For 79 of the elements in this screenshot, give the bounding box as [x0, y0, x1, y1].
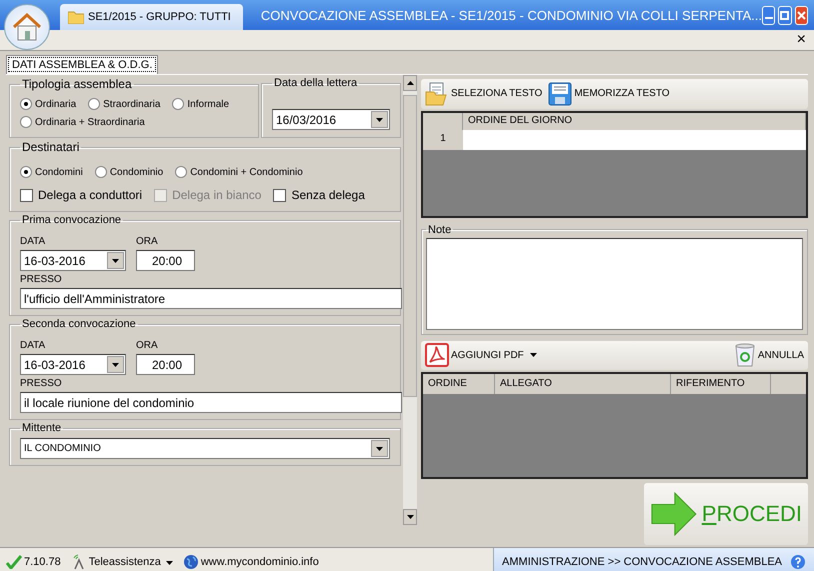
scroll-up-icon[interactable]: [406, 81, 414, 85]
dropdown-arrow-icon: [376, 446, 383, 450]
radio-button[interactable]: [175, 166, 188, 178]
help-icon[interactable]: [790, 554, 806, 570]
group-title: Note: [427, 224, 452, 236]
radio-option[interactable]: Condomini: [20, 166, 83, 178]
field-label: DATA: [20, 236, 46, 247]
group-title: Seconda convocazione: [21, 318, 137, 330]
notes-field[interactable]: [426, 238, 803, 330]
close-button[interactable]: [794, 6, 808, 24]
home-button[interactable]: [4, 4, 50, 50]
pdf-icon: [425, 343, 449, 368]
toolbar-button[interactable]: MEMORIZZA TESTO: [548, 82, 670, 106]
radio-button[interactable]: [20, 116, 32, 128]
breadcrumb: AMMINISTRAZIONE >> CONVOCAZIONE ASSEMBLEA: [502, 556, 782, 568]
date-dropdown[interactable]: 16-03-2016: [20, 354, 126, 375]
sender-dropdown[interactable]: IL CONDOMINIO: [20, 438, 390, 459]
toolbar-button[interactable]: ANNULLA: [734, 343, 804, 368]
tab[interactable]: DATI ASSEMBLEA & O.D.G.: [6, 55, 158, 74]
field-label: ORA: [136, 340, 159, 351]
radio-button[interactable]: [20, 98, 32, 110]
column-header: ALLEGATO: [495, 374, 671, 394]
globe-icon: [182, 554, 199, 570]
dropdown-arrow-icon: [112, 258, 119, 262]
check-icon: [6, 554, 22, 568]
dropdown-arrow-icon: [166, 560, 173, 564]
toolbar-button[interactable]: AGGIUNGI PDF: [425, 343, 537, 368]
column-header: ORDINE: [423, 374, 495, 394]
radio-option[interactable]: Informale: [172, 98, 230, 110]
scroll-down-icon[interactable]: [406, 515, 414, 519]
close-panel-button[interactable]: ×: [796, 31, 806, 49]
date-dropdown[interactable]: 16-03-2016: [20, 250, 126, 271]
column-header: RIFERIMENTO: [671, 374, 771, 394]
group-title: Mittente: [21, 422, 62, 434]
maximize-button[interactable]: [778, 6, 792, 24]
checkbox[interactable]: Senza delega: [273, 188, 365, 202]
radio-button[interactable]: [172, 98, 184, 110]
group-title: Data della lettera: [273, 77, 358, 89]
dropdown-arrow-icon: [112, 362, 119, 366]
arrow-right-icon: [650, 490, 698, 538]
radio-option[interactable]: Ordinaria + Straordinaria: [20, 116, 145, 128]
field-label: PRESSO: [20, 378, 63, 389]
document-tab[interactable]: SE1/2015 - GRUPPO: TUTTI: [60, 4, 243, 30]
time-field[interactable]: 20:00: [136, 250, 195, 271]
radio-button[interactable]: [88, 98, 100, 110]
dropdown-arrow-icon: [376, 118, 383, 122]
status-item[interactable]: Teleassistenza: [70, 554, 173, 570]
group-title: Destinatari: [21, 140, 80, 154]
folder-icon: [68, 10, 84, 24]
date-dropdown[interactable]: 16/03/2016: [272, 109, 390, 130]
checkbox[interactable]: Delega a conduttori: [20, 188, 142, 202]
row-number: 1: [423, 130, 463, 150]
field-label: PRESSO: [20, 274, 63, 285]
house-icon: [12, 13, 42, 41]
maximize-icon: [780, 10, 790, 20]
time-field[interactable]: 20:00: [136, 354, 195, 375]
location-field[interactable]: l'ufficio dell'Amministratore: [20, 288, 402, 309]
group-title: Tipologia assemblea: [21, 77, 133, 91]
radio-option[interactable]: Ordinaria: [20, 98, 76, 110]
radio-button[interactable]: [20, 166, 32, 178]
group-title: Prima convocazione: [21, 214, 122, 226]
radio-option[interactable]: Condominio: [94, 166, 164, 178]
radio-option[interactable]: Condomini + Condominio: [175, 166, 303, 178]
table-cell[interactable]: [463, 130, 806, 150]
dropdown-arrow-icon: [530, 353, 537, 358]
folder-document-icon: [425, 82, 449, 106]
field-label: DATA: [20, 340, 46, 351]
field-label: ORA: [136, 236, 159, 247]
scrollbar[interactable]: [403, 75, 417, 525]
radio-button[interactable]: [94, 166, 107, 178]
status-item: 7.10.78: [6, 554, 61, 568]
recycle-bin-icon: [734, 343, 756, 368]
status-item[interactable]: www.mycondominio.info: [182, 554, 319, 570]
minimize-button[interactable]: [762, 6, 776, 24]
toolbar-button[interactable]: SELEZIONA TESTO: [425, 82, 542, 106]
window-title: CONVOCAZIONE ASSEMBLEA - SE1/2015 - CONDOMINIO VIA COLLI SERPENTA...: [260, 8, 762, 22]
close-icon: [796, 10, 806, 20]
radio-option[interactable]: Straordinaria: [88, 98, 160, 110]
location-field[interactable]: il locale riunione del condominio: [20, 392, 402, 413]
